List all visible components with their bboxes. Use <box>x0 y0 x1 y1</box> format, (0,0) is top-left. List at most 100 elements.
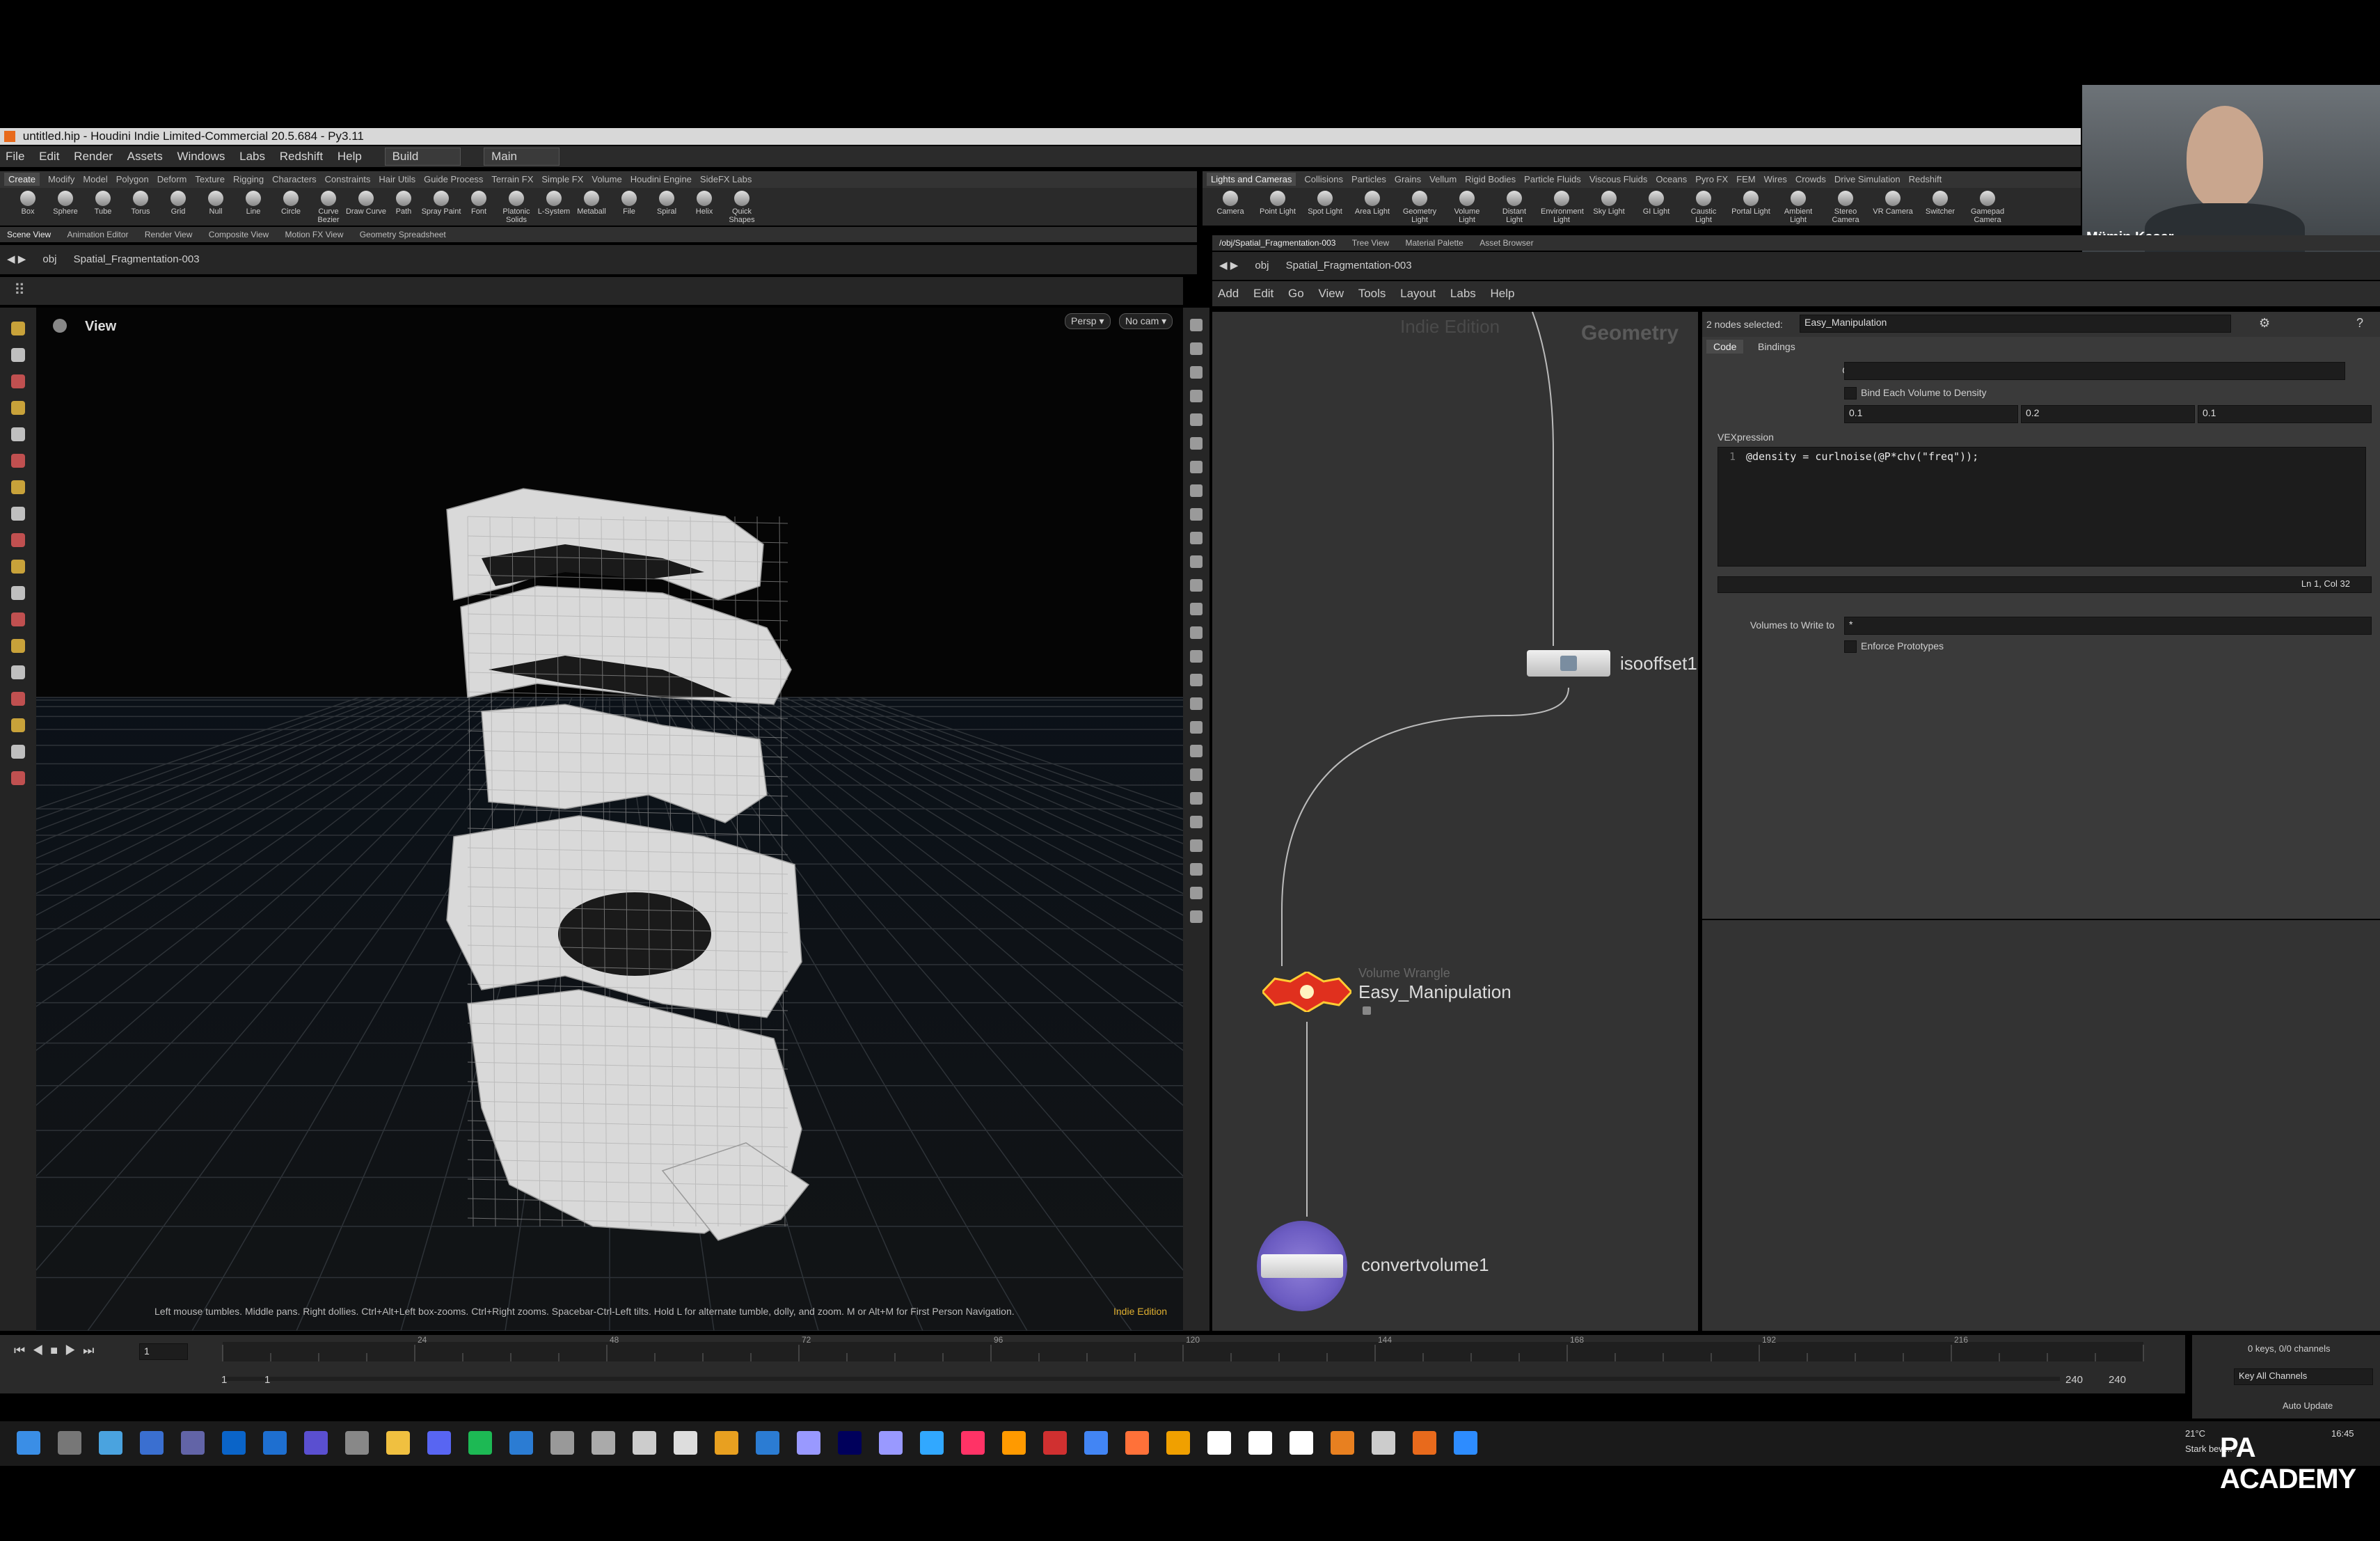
viewport-tool-icon[interactable] <box>11 771 25 785</box>
back-arrow-icon[interactable]: ◀ ▶ <box>7 253 26 265</box>
shelf-tool[interactable]: Curve Bezier <box>308 188 349 224</box>
display-option-icon[interactable] <box>1190 342 1203 355</box>
taskbar-app-icon[interactable] <box>674 1431 697 1455</box>
display-option-icon[interactable] <box>1190 555 1203 568</box>
shelf-tab[interactable]: Rigging <box>233 174 264 184</box>
viewport-tool-icon[interactable] <box>11 401 25 415</box>
display-option-icon[interactable] <box>1190 674 1203 686</box>
shelf-tool[interactable]: Torus <box>120 188 161 216</box>
display-option-icon[interactable] <box>1190 626 1203 639</box>
display-option-icon[interactable] <box>1190 508 1203 521</box>
display-option-icon[interactable] <box>1190 366 1203 379</box>
shelf-tool[interactable]: Quick Shapes <box>721 188 763 224</box>
net-menu-layout[interactable]: Layout <box>1400 287 1436 300</box>
shelf-tab[interactable]: Grains <box>1395 174 1421 184</box>
viewport-tool-icon[interactable] <box>11 322 25 335</box>
end-frame[interactable]: 240 <box>2065 1374 2083 1386</box>
volumes-field[interactable]: * <box>1844 617 2372 635</box>
shelf-tab[interactable]: Terrain FX <box>491 174 533 184</box>
shelf-tool[interactable]: Gamepad Camera <box>1967 188 2008 224</box>
shelf-tab[interactable]: Characters <box>272 174 317 184</box>
viewport-tool-icon[interactable] <box>11 480 25 494</box>
start-frame[interactable]: 1 <box>221 1374 227 1386</box>
node-name-field[interactable]: Easy_Manipulation <box>1800 315 2231 333</box>
viewport-tool-icon[interactable] <box>11 586 25 600</box>
shelf-tool[interactable]: Font <box>458 188 500 216</box>
net-menu-go[interactable]: Go <box>1288 287 1304 300</box>
taskbar-app-icon[interactable] <box>468 1431 492 1455</box>
shelf-tool[interactable]: Circle <box>270 188 312 216</box>
scene-viewport[interactable]: View Persp ▾ No cam ▾ Left mouse tumbles… <box>36 308 1183 1331</box>
shelf-tool[interactable]: Tube <box>82 188 124 216</box>
shelf-tab[interactable]: Modify <box>48 174 74 184</box>
shelf-tool[interactable]: Box <box>7 188 49 216</box>
vex-editor[interactable]: 1 @density = curlnoise(@P*chv("freq")); <box>1717 447 2366 567</box>
path-node[interactable]: Spatial_Fragmentation-003 <box>1286 260 1412 271</box>
shelf-tool[interactable]: Draw Curve <box>345 188 387 216</box>
pane-tab-composite-view[interactable]: Composite View <box>209 230 269 239</box>
taskbar-app-icon[interactable] <box>1084 1431 1108 1455</box>
shelf-tool[interactable]: L-System <box>533 188 575 216</box>
timeline-ruler[interactable] <box>0 1335 2185 1393</box>
net-menu-edit[interactable]: Edit <box>1253 287 1274 300</box>
shelf-tool[interactable]: Switcher <box>1919 188 1961 216</box>
shelf-tool[interactable]: Portal Light <box>1730 188 1772 216</box>
back-arrow-icon[interactable]: ◀ ▶ <box>1219 260 1238 271</box>
taskbar-app-icon[interactable] <box>592 1431 615 1455</box>
lock-icon[interactable] <box>1363 1006 1371 1015</box>
display-option-icon[interactable] <box>1190 768 1203 781</box>
help-icon[interactable]: ? <box>2356 316 2363 331</box>
playback-controls[interactable]: ⏮◀■▶⏭ <box>14 1343 101 1358</box>
shelf-tool[interactable]: Helix <box>683 188 725 216</box>
display-option-icon[interactable] <box>1190 390 1203 402</box>
shelf-tool[interactable]: Sphere <box>45 188 86 216</box>
shelf-tab[interactable]: SideFX Labs <box>700 174 752 184</box>
shelf-tool[interactable]: Line <box>232 188 274 216</box>
net-menu-tools[interactable]: Tools <box>1358 287 1386 300</box>
shelf-tab[interactable]: Lights and Cameras <box>1207 173 1296 186</box>
start-frame-2[interactable]: 1 <box>264 1374 270 1386</box>
display-option-icon[interactable] <box>1190 792 1203 805</box>
shelf-tool[interactable]: Ambient Light <box>1777 188 1819 224</box>
taskbar-app-icon[interactable] <box>1166 1431 1190 1455</box>
taskbar-app-icon[interactable] <box>920 1431 944 1455</box>
viewport-tool-icon[interactable] <box>11 665 25 679</box>
display-option-icon[interactable] <box>1190 887 1203 899</box>
shelf-tab[interactable]: Polygon <box>116 174 149 184</box>
path-node[interactable]: Spatial_Fragmentation-003 <box>74 253 200 265</box>
taskbar-app-icon[interactable] <box>222 1431 246 1455</box>
taskbar-app-icon[interactable] <box>633 1431 656 1455</box>
bind-checkbox[interactable] <box>1844 387 1857 400</box>
shelf-tool[interactable]: Stereo Camera <box>1825 188 1866 224</box>
display-option-icon[interactable] <box>1190 863 1203 876</box>
vex-code[interactable]: @density = curlnoise(@P*chv("freq")); <box>1746 450 1978 463</box>
shelf-tab[interactable]: Hair Utils <box>379 174 415 184</box>
shelf-tab[interactable]: Deform <box>157 174 187 184</box>
shelf-tab[interactable]: Rigid Bodies <box>1465 174 1516 184</box>
taskbar-app-icon[interactable] <box>509 1431 533 1455</box>
display-option-icon[interactable] <box>1190 461 1203 473</box>
pane-tab-render-view[interactable]: Render View <box>145 230 192 239</box>
taskbar-app-icon[interactable] <box>797 1431 820 1455</box>
taskbar-app-icon[interactable] <box>838 1431 862 1455</box>
persp-menu[interactable]: Persp ▾ <box>1065 313 1111 329</box>
desktop-build-select[interactable]: Build <box>384 148 461 166</box>
viewport-tool-icon[interactable] <box>11 533 25 547</box>
menu-help[interactable]: Help <box>338 150 362 163</box>
display-option-icon[interactable] <box>1190 579 1203 592</box>
shelf-tool[interactable]: Null <box>195 188 237 216</box>
shelf-tab[interactable]: Model <box>83 174 107 184</box>
shelf-tab[interactable]: Create <box>4 173 40 186</box>
shelf-tool[interactable]: Spiral <box>646 188 688 216</box>
viewport-tool-icon[interactable] <box>11 639 25 653</box>
net-menu-add[interactable]: Add <box>1218 287 1239 300</box>
display-option-icon[interactable] <box>1190 650 1203 663</box>
taskbar-app-icon[interactable] <box>345 1431 369 1455</box>
shelf-tool[interactable]: Distant Light <box>1493 188 1535 224</box>
shelf-tab[interactable]: Vellum <box>1429 174 1457 184</box>
pane-tab-scene-view[interactable]: Scene View <box>7 230 51 239</box>
shelf-tool[interactable]: Spray Paint <box>420 188 462 216</box>
shelf-tab[interactable]: Particles <box>1351 174 1386 184</box>
camera-menu[interactable]: No cam ▾ <box>1119 313 1173 329</box>
shelf-tab[interactable]: Volume <box>592 174 621 184</box>
